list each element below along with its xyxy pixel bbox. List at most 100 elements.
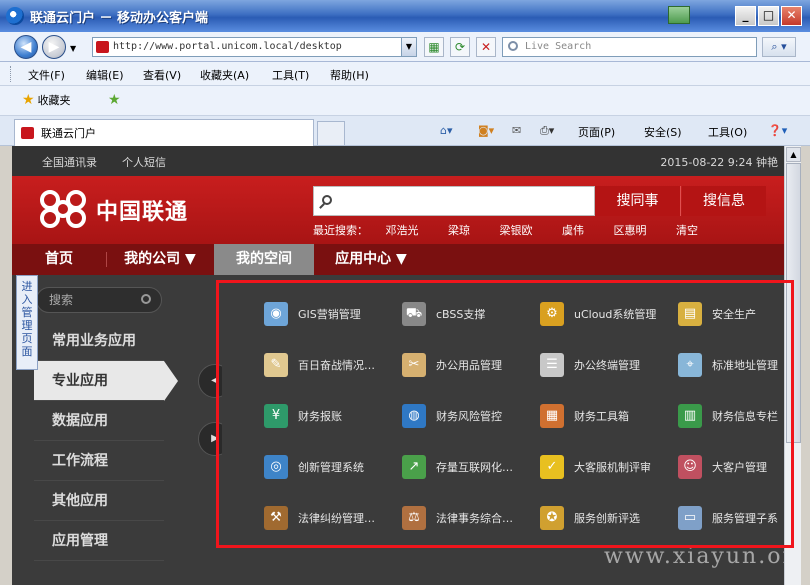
add-favorite-icon[interactable]: ★ xyxy=(108,92,121,108)
compat-view-icon[interactable]: ▦ xyxy=(424,37,444,57)
nav-home[interactable]: 首页 xyxy=(12,244,106,275)
app-tile-label: 百日奋战情况… xyxy=(298,359,375,372)
app-tile[interactable]: ↗ 存量互联网化… xyxy=(402,453,540,483)
sidebar-item-data-apps[interactable]: 数据应用 xyxy=(34,401,164,441)
sidebar-search-input[interactable]: 搜索 xyxy=(36,287,162,313)
sidebar-item-common-apps[interactable]: 常用业务应用 xyxy=(34,321,164,361)
app-tile[interactable]: ¥ 财务报账 xyxy=(264,402,402,432)
app-tile[interactable]: ▦ 财务工具箱 xyxy=(540,402,678,432)
help-icon[interactable]: ❓▾ xyxy=(768,124,787,137)
window-titlebar: 联通云门户 － 移动办公客户端 _ □ ✕ xyxy=(0,0,810,32)
globe-screen-icon: ◉ xyxy=(264,302,288,326)
new-tab-button[interactable] xyxy=(317,121,345,145)
app-tile[interactable]: ⚙ uCloud系统管理 xyxy=(540,300,678,330)
recent-item[interactable]: 邓浩光 xyxy=(386,224,419,237)
menu-tools[interactable]: 工具(T) xyxy=(272,67,309,83)
portal-search-input[interactable] xyxy=(313,186,595,216)
sidebar-item-professional-apps[interactable]: 专业应用 xyxy=(34,361,164,401)
app-tile[interactable]: ▤ 安全生产 xyxy=(678,300,784,330)
clear-recent-link[interactable]: 清空 xyxy=(676,224,698,237)
menu-favorites[interactable]: 收藏夹(A) xyxy=(200,67,249,83)
menu-view[interactable]: 查看(V) xyxy=(143,67,181,83)
menu-help[interactable]: 帮助(H) xyxy=(330,67,369,83)
menu-file[interactable]: 文件(F) xyxy=(28,67,65,83)
back-button[interactable]: ◀ xyxy=(14,35,38,59)
app-tile[interactable]: ⚖ 法律事务综合… xyxy=(402,504,540,534)
top-strip: 全国通讯录 个人短信 2015-08-22 9:24 钟艳 xyxy=(12,146,784,176)
task-switch-icon[interactable] xyxy=(668,6,690,24)
scroll-thumb[interactable] xyxy=(786,163,801,443)
maximize-button[interactable]: □ xyxy=(758,6,779,26)
link-national-directory[interactable]: 全国通讯录 xyxy=(42,154,97,170)
home-icon[interactable]: ⌂▾ xyxy=(440,124,453,137)
tools-menu[interactable]: 工具(O) xyxy=(708,124,747,140)
search-info-button[interactable]: 搜信息 xyxy=(682,186,766,216)
app-tile[interactable]: ▭ 服务管理子系 xyxy=(678,504,784,534)
recent-label: 最近搜索： xyxy=(313,224,368,237)
history-dropdown-icon[interactable]: ▼ xyxy=(70,44,76,53)
app-tile[interactable]: ✓ 大客服机制评审 xyxy=(540,453,678,483)
live-search-input[interactable]: Live Search xyxy=(502,37,757,57)
app-tile[interactable]: ◎ 创新管理系统 xyxy=(264,453,402,483)
app-tile[interactable]: ☰ 办公终端管理 xyxy=(540,351,678,381)
nav-my-company[interactable]: 我的公司 ▼ xyxy=(107,244,213,275)
sidebar-item-app-management[interactable]: 应用管理 xyxy=(34,521,164,561)
menu-edit[interactable]: 编辑(E) xyxy=(86,67,124,83)
url-input[interactable]: http://www.portal.unicom.local/desktop xyxy=(92,37,416,57)
page-menu[interactable]: 页面(P) xyxy=(578,124,615,140)
url-text: http://www.portal.unicom.local/desktop xyxy=(113,41,342,52)
app-tile[interactable]: ✪ 服务创新评选 xyxy=(540,504,678,534)
address-toolbar: ◀ ▶ ▼ http://www.portal.unicom.local/des… xyxy=(0,32,810,62)
nav-app-center[interactable]: 应用中心 ▼ xyxy=(315,244,427,275)
refresh-icon[interactable]: ⟳ xyxy=(450,37,470,57)
magnifier-icon xyxy=(322,195,332,205)
app-tile[interactable]: ▥ 财务信息专栏 xyxy=(678,402,784,432)
forward-button[interactable]: ▶ xyxy=(42,35,66,59)
app-tile[interactable]: ☺ 大客户管理 xyxy=(678,453,784,483)
recent-item[interactable]: 梁银欧 xyxy=(500,224,533,237)
stop-icon[interactable]: ✕ xyxy=(476,37,496,57)
tools-icon: ✂ xyxy=(402,353,426,377)
recent-item[interactable]: 梁琼 xyxy=(448,224,470,237)
yen-icon: ¥ xyxy=(264,404,288,428)
link-personal-sms[interactable]: 个人短信 xyxy=(122,154,166,170)
app-tile[interactable]: ✎ 百日奋战情况… xyxy=(264,351,402,381)
gavel-icon: ⚒ xyxy=(264,506,288,530)
scroll-up-icon[interactable]: ▲ xyxy=(786,147,801,162)
main-nav: 首页 我的公司 ▼ 我的空间 应用中心 ▼ xyxy=(12,244,784,275)
mail-icon[interactable]: ✉ xyxy=(512,124,521,137)
vertical-scrollbar[interactable]: ▲ xyxy=(784,146,801,585)
people-icon: ☺ xyxy=(678,455,702,479)
app-tile[interactable]: ✂ 办公用品管理 xyxy=(402,351,540,381)
print-icon[interactable]: ⎙▾ xyxy=(540,124,554,138)
safety-menu[interactable]: 安全(S) xyxy=(644,124,682,140)
tab-unicom-portal[interactable]: 联通云门户 xyxy=(14,119,314,146)
feeds-icon[interactable]: ◙▾ xyxy=(478,124,494,137)
menu-bar: 文件(F) 编辑(E) 查看(V) 收藏夹(A) 工具(T) 帮助(H) xyxy=(0,62,810,86)
recent-item[interactable]: 虞伟 xyxy=(562,224,584,237)
app-tile[interactable]: ⛟ cBSS支撑 xyxy=(402,300,540,330)
toolbar-grip[interactable] xyxy=(10,66,13,82)
unicom-knot-logo-icon xyxy=(40,190,86,228)
close-button[interactable]: ✕ xyxy=(781,6,802,26)
url-dropdown-icon[interactable]: ▼ xyxy=(401,37,417,57)
app-tile-label: GIS营销管理 xyxy=(298,308,361,321)
app-tile[interactable]: ◍ 财务风险管控 xyxy=(402,402,540,432)
search-colleague-button[interactable]: 搜同事 xyxy=(595,186,681,216)
recent-item[interactable]: 区惠明 xyxy=(614,224,647,237)
nav-my-space[interactable]: 我的空间 xyxy=(214,244,314,275)
ie-logo-icon xyxy=(6,7,24,25)
search-go-button[interactable]: ⌕ ▾ xyxy=(762,37,796,57)
app-tile-label: 财务报账 xyxy=(298,410,342,423)
star-icon: ★ xyxy=(22,92,35,108)
app-tile[interactable]: ◉ GIS营销管理 xyxy=(264,300,402,330)
app-tile-label: 大客服机制评审 xyxy=(574,461,651,474)
sidebar-item-workflow[interactable]: 工作流程 xyxy=(34,441,164,481)
app-tile[interactable]: ⚒ 法律纠纷管理… xyxy=(264,504,402,534)
app-tile[interactable]: ⌖ 标准地址管理 xyxy=(678,351,784,381)
favorites-button[interactable]: ★ 收藏夹 xyxy=(22,92,71,108)
sidebar-item-other-apps[interactable]: 其他应用 xyxy=(34,481,164,521)
enter-admin-tab[interactable]: 进入管理页面 xyxy=(16,275,38,370)
minimize-button[interactable]: _ xyxy=(735,6,756,26)
tab-title: 联通云门户 xyxy=(41,127,96,140)
